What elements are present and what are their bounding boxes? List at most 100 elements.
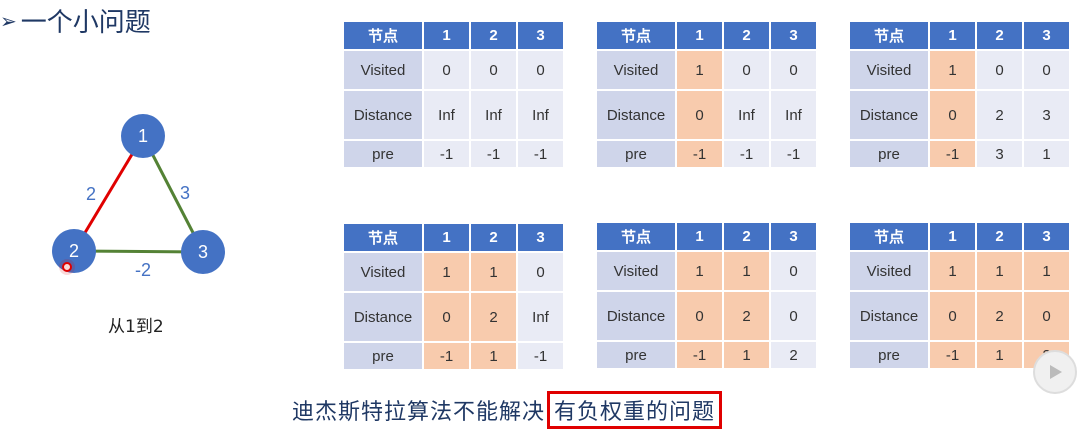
table-cell: -1 — [677, 141, 722, 167]
table-cell: 0 — [471, 51, 516, 89]
table-row: pre -1 -1 -1 — [597, 141, 816, 167]
row-label: pre — [344, 141, 422, 167]
subtitle-highlight: 有负权重的问题 — [547, 391, 723, 429]
table-cell: 0 — [930, 91, 975, 139]
node-label-3: 3 — [198, 242, 208, 262]
state-table-3: 节点 1 2 3 Visited 1 0 0 Distance 0 2 3 pre -1 3 1 — [848, 20, 1071, 169]
table-header-col: 3 — [771, 22, 816, 49]
table-header-col: 2 — [724, 223, 769, 250]
table-cell: 1 — [724, 252, 769, 290]
table-header-node: 节点 — [344, 22, 422, 49]
table-row: pre -1 1 -1 — [344, 343, 563, 369]
row-label: Distance — [344, 293, 422, 341]
row-label: pre — [597, 141, 675, 167]
table-cell: 0 — [677, 91, 722, 139]
table-row: Visited 1 0 0 — [850, 51, 1069, 89]
table-cell: 2 — [977, 91, 1022, 139]
table-header-col: 2 — [977, 223, 1022, 250]
row-label: Visited — [344, 51, 422, 89]
table-cell: 1 — [677, 252, 722, 290]
table-header-node: 节点 — [850, 22, 928, 49]
table-header-col: 3 — [1024, 22, 1069, 49]
table-cell: 1 — [977, 252, 1022, 290]
table-cell: 1 — [724, 342, 769, 368]
table-header-col: 3 — [518, 22, 563, 49]
table-cell: -1 — [471, 141, 516, 167]
table-header-node: 节点 — [344, 224, 422, 251]
table-cell: 0 — [771, 292, 816, 340]
table-cell: 2 — [724, 292, 769, 340]
table-cell: Inf — [471, 91, 516, 139]
table-cell: 3 — [977, 141, 1022, 167]
table-cell: 1 — [977, 342, 1022, 368]
row-label: Visited — [344, 253, 422, 291]
table-cell: -1 — [930, 141, 975, 167]
node-label-1: 1 — [138, 126, 148, 146]
state-table-5: 节点 1 2 3 Visited 1 1 0 Distance 0 2 0 pre -1 1 2 — [595, 221, 818, 370]
table-row: Distance 0 2 3 — [850, 91, 1069, 139]
table-cell: 3 — [1024, 91, 1069, 139]
subtitle: 迪杰斯特拉算法不能解决 有负权重的问题 — [292, 391, 723, 429]
table-cell: 0 — [930, 292, 975, 340]
table-header-col: 1 — [677, 223, 722, 250]
table-cell: 1 — [930, 51, 975, 89]
table-cell: 1 — [677, 51, 722, 89]
table-cell: 0 — [677, 292, 722, 340]
table-header-col: 1 — [677, 22, 722, 49]
table-header-col: 2 — [724, 22, 769, 49]
table-cell: Inf — [518, 91, 563, 139]
table-cell: 0 — [977, 51, 1022, 89]
table-cell: Inf — [424, 91, 469, 139]
table-cell: -1 — [424, 343, 469, 369]
graph-diagram: 2 3 -2 1 2 3 — [52, 114, 225, 280]
table-cell: 0 — [771, 252, 816, 290]
table-cell: 0 — [424, 293, 469, 341]
row-label: pre — [850, 141, 928, 167]
table-cell: 0 — [518, 51, 563, 89]
table-header-node: 节点 — [597, 223, 675, 250]
table-header-col: 3 — [771, 223, 816, 250]
subtitle-prefix: 迪杰斯特拉算法不能解决 — [292, 400, 546, 425]
state-table-6: 节点123Visited111Distance020pre-112 — [848, 221, 1071, 370]
table-header-col: 3 — [518, 224, 563, 251]
table-cell: -1 — [518, 141, 563, 167]
row-label: Visited — [850, 252, 928, 290]
table-row: Visited 1 1 0 — [597, 252, 816, 290]
table-cell: -1 — [518, 343, 563, 369]
table-row: pre -1 -1 -1 — [344, 141, 563, 167]
table-header-node: 节点 — [597, 22, 675, 49]
table-row: Distance 0 Inf Inf — [597, 91, 816, 139]
row-label: Distance — [850, 292, 928, 340]
table-cell: 0 — [771, 51, 816, 89]
table-row: Visited 1 0 0 — [597, 51, 816, 89]
play-button[interactable] — [1033, 350, 1077, 394]
table-cell: -1 — [424, 141, 469, 167]
table-cell: 2 — [771, 342, 816, 368]
table-cell: 1 — [1024, 252, 1069, 290]
table-cell: -1 — [771, 141, 816, 167]
table-cell: Inf — [724, 91, 769, 139]
table-header-col: 2 — [471, 22, 516, 49]
edge-label-1-3: 3 — [180, 183, 190, 203]
table-cell: 0 — [518, 253, 563, 291]
table-cell: -1 — [930, 342, 975, 368]
table-row: Visited 1 1 1 — [850, 252, 1069, 290]
state-table-2: 节点 1 2 3 Visited 1 0 0 Distance 0 Inf Inf pre -1 -1 -1 — [595, 20, 818, 169]
play-icon — [1050, 365, 1062, 379]
table-cell: 0 — [1024, 292, 1069, 340]
table-cell: 2 — [471, 293, 516, 341]
table-cell: 1 — [930, 252, 975, 290]
table-row: Visited 1 1 0 — [344, 253, 563, 291]
table-cell: 0 — [1024, 51, 1069, 89]
row-label: Visited — [850, 51, 928, 89]
table-row: Distance 0 2 0 — [850, 292, 1069, 340]
state-table-1: 节点 1 2 3 Visited 0 0 0 Distance Inf Inf Inf pre -1 -1-… — [342, 20, 565, 169]
table-cell: 2 — [977, 292, 1022, 340]
row-label: Visited — [597, 51, 675, 89]
table-cell: 1 — [1024, 141, 1069, 167]
table-header-col: 3 — [1024, 223, 1069, 250]
row-label: Distance — [344, 91, 422, 139]
table-cell: 0 — [424, 51, 469, 89]
row-label: Distance — [850, 91, 928, 139]
table-row: Visited 0 0 0 — [344, 51, 563, 89]
